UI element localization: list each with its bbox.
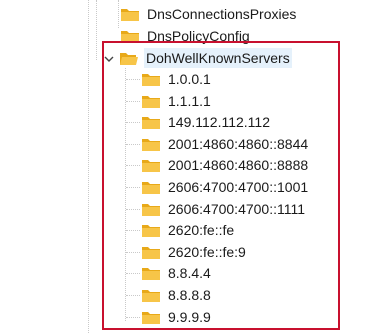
tree-guide-line bbox=[126, 122, 140, 123]
tree-guide-line bbox=[126, 209, 140, 210]
folder-icon bbox=[142, 137, 160, 151]
folder-icon bbox=[121, 7, 139, 21]
tree-node-child[interactable]: 2620:fe::fe:9 bbox=[142, 242, 248, 262]
tree-guide-line bbox=[126, 295, 140, 296]
folder-icon bbox=[121, 29, 139, 43]
folder-icon bbox=[142, 310, 160, 324]
tree-guide-line bbox=[126, 79, 140, 80]
folder-icon bbox=[142, 288, 160, 302]
tree-node-label: 9.9.9.9 bbox=[168, 309, 211, 325]
folder-icon bbox=[142, 180, 160, 194]
tree-node-label: 1.0.0.1 bbox=[168, 71, 211, 87]
tree-node-child[interactable]: 2001:4860:4860::8888 bbox=[142, 155, 310, 175]
tree-guide-line bbox=[126, 165, 140, 166]
tree-guide-line bbox=[126, 230, 140, 231]
folder-icon bbox=[142, 266, 160, 280]
tree-node-dnsconnectionsproxies[interactable]: DnsConnectionsProxies bbox=[121, 4, 298, 24]
folder-icon bbox=[142, 158, 160, 172]
tree-node-label: 2620:fe::fe bbox=[168, 222, 235, 238]
tree-node-child[interactable]: 2620:fe::fe bbox=[142, 220, 236, 240]
tree-node-dohwellknownservers[interactable]: DohWellKnownServers bbox=[120, 48, 292, 68]
tree-node-label: 1.1.1.1 bbox=[168, 93, 211, 109]
folder-icon bbox=[142, 72, 160, 86]
tree-node-label: 8.8.4.4 bbox=[168, 265, 211, 281]
tree-node-child[interactable]: 1.0.0.1 bbox=[142, 69, 213, 89]
tree-guide-line bbox=[126, 144, 140, 145]
tree-node-child[interactable]: 2606:4700:4700::1111 bbox=[142, 199, 307, 219]
tree-guide-line bbox=[126, 252, 140, 253]
tree-guide-line bbox=[126, 101, 140, 102]
tree-node-label: 149.112.112.112 bbox=[168, 114, 270, 130]
tree-node-label: 2606:4700:4700::1111 bbox=[168, 201, 306, 217]
tree-guide-line bbox=[125, 68, 126, 321]
tree-guide-line bbox=[126, 187, 140, 188]
tree-node-label: 2606:4700:4700::1001 bbox=[168, 179, 309, 195]
tree-node-label: 2620:fe::fe:9 bbox=[168, 244, 246, 260]
tree-node-child[interactable]: 2001:4860:4860::8844 bbox=[142, 134, 310, 154]
tree-node-label: DnsPolicyConfig bbox=[147, 28, 250, 44]
folder-icon bbox=[142, 115, 160, 129]
tree-node-child[interactable]: 149.112.112.112 bbox=[142, 112, 272, 132]
tree-guide-line bbox=[118, 0, 119, 28]
tree-node-label: 8.8.8.8 bbox=[168, 287, 211, 303]
tree-node-label: 2001:4860:4860::8888 bbox=[168, 157, 309, 173]
tree-guide-line bbox=[126, 273, 140, 274]
tree-node-child[interactable]: 2606:4700:4700::1001 bbox=[142, 177, 310, 197]
chevron-down-icon[interactable] bbox=[103, 53, 115, 65]
tree-node-label: DnsConnectionsProxies bbox=[147, 6, 297, 22]
tree-guide-line bbox=[126, 317, 140, 318]
tree-node-child[interactable]: 1.1.1.1 bbox=[142, 91, 213, 111]
tree-node-dnspolicyconfig[interactable]: DnsPolicyConfig bbox=[121, 26, 252, 46]
tree-node-child[interactable]: 8.8.4.4 bbox=[142, 263, 213, 283]
folder-icon bbox=[142, 223, 160, 237]
folder-icon bbox=[142, 202, 160, 216]
tree-node-child[interactable]: 9.9.9.9 bbox=[142, 307, 213, 327]
folder-open-icon bbox=[120, 51, 138, 65]
tree-node-child[interactable]: 8.8.8.8 bbox=[142, 285, 213, 305]
folder-icon bbox=[142, 94, 160, 108]
tree-node-label: DohWellKnownServers bbox=[144, 48, 292, 68]
registry-tree-view: DnsConnectionsProxies DnsPolicyConfig Do… bbox=[0, 0, 374, 333]
tree-guide-line bbox=[88, 0, 89, 333]
tree-node-label: 2001:4860:4860::8844 bbox=[168, 136, 309, 152]
folder-icon bbox=[142, 245, 160, 259]
tree-guide-line bbox=[96, 0, 97, 60]
